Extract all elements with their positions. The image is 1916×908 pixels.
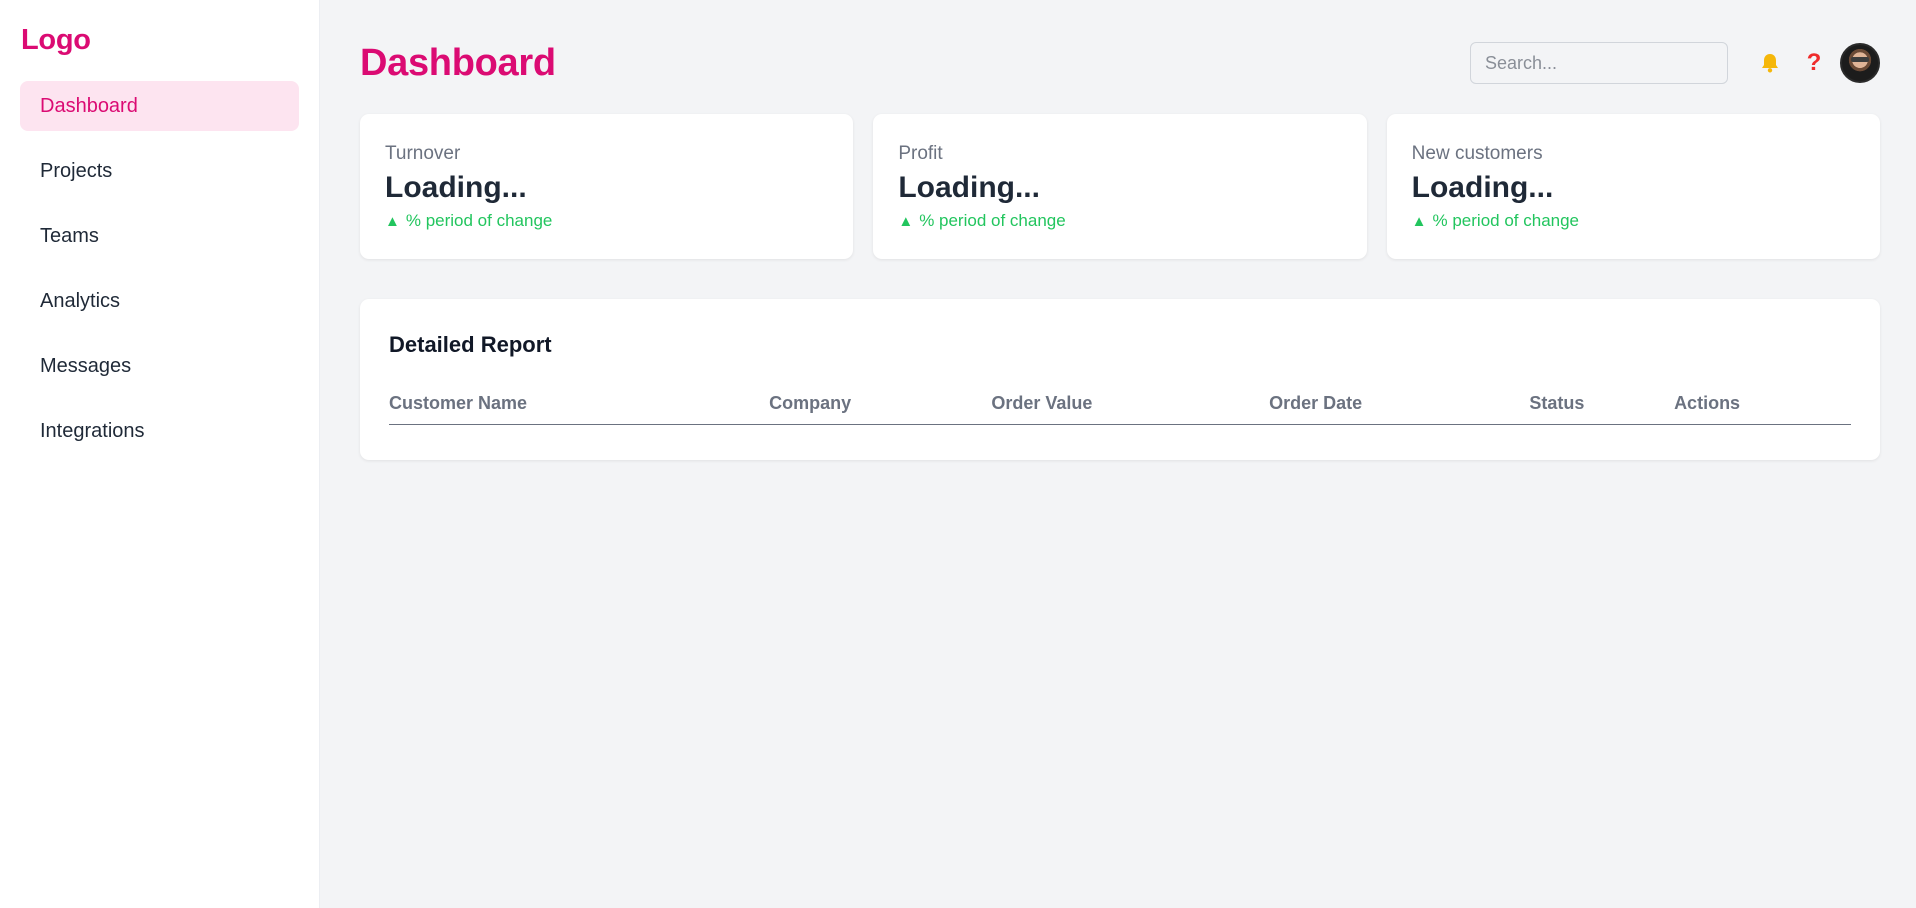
sidebar-item-dashboard[interactable]: Dashboard	[20, 81, 299, 131]
sidebar-item-teams[interactable]: Teams	[20, 211, 299, 261]
sidebar-item-label: Dashboard	[40, 94, 138, 117]
topbar-actions: ?	[1470, 42, 1880, 84]
sidebar-item-messages[interactable]: Messages	[20, 341, 299, 391]
column-header-company[interactable]: Company	[769, 393, 992, 425]
search-input[interactable]	[1470, 42, 1728, 84]
card-value: Loading...	[1411, 171, 1554, 204]
stat-card-profit: Profit Loading... ▲ % period of change	[873, 114, 1367, 259]
card-change-text: % period of change	[919, 211, 1066, 230]
card-label: Turnover	[385, 143, 461, 164]
bell-icon[interactable]	[1750, 43, 1790, 83]
stat-card-turnover: Turnover Loading... ▲ % period of change	[360, 114, 854, 259]
detailed-report: Detailed Report Customer Name Company Or…	[360, 299, 1880, 460]
card-value: Loading...	[898, 171, 1040, 204]
main-content: Dashboard ? Turnover Loading... ▲	[320, 0, 1916, 908]
card-change: ▲ % period of change	[898, 211, 1341, 231]
report-title: Detailed Report	[389, 332, 552, 357]
column-header-actions: Actions	[1674, 393, 1851, 425]
card-change-text: % period of change	[405, 211, 553, 230]
sidebar-nav: Dashboard Projects Teams Analytics Messa…	[20, 81, 299, 456]
card-change: ▲ % period of change	[1412, 211, 1855, 231]
help-icon[interactable]: ?	[1794, 43, 1834, 83]
stat-card-new-customers: New customers Loading... ▲ % period of c…	[1386, 114, 1880, 259]
card-change-text: % period of change	[1432, 211, 1580, 230]
report-table: Customer Name Company Order Value Order …	[389, 393, 1851, 425]
sidebar-item-label: Teams	[40, 224, 99, 247]
sidebar-item-label: Messages	[40, 354, 132, 377]
sidebar: Logo Dashboard Projects Teams Analytics …	[0, 0, 320, 908]
sidebar-item-label: Analytics	[40, 289, 121, 312]
app-root: Logo Dashboard Projects Teams Analytics …	[0, 0, 1916, 908]
sidebar-item-label: Projects	[40, 159, 113, 182]
up-triangle-icon: ▲	[385, 212, 400, 230]
card-value: Loading...	[385, 171, 527, 204]
column-header-order-date[interactable]: Order Date	[1269, 393, 1530, 425]
bell-icon-svg	[1762, 54, 1778, 73]
table-header-row: Customer Name Company Order Value Order …	[389, 393, 1851, 425]
up-triangle-icon: ▲	[1411, 212, 1427, 230]
page-title: Dashboard	[360, 41, 556, 84]
logo[interactable]: Logo	[21, 24, 299, 57]
topbar: Dashboard ?	[360, 36, 1880, 90]
column-header-customer-name[interactable]: Customer Name	[389, 393, 770, 425]
column-header-status[interactable]: Status	[1529, 393, 1675, 425]
stat-cards: Turnover Loading... ▲ % period of change…	[360, 114, 1880, 259]
sidebar-item-analytics[interactable]: Analytics	[20, 276, 299, 326]
card-change: ▲ % period of change	[385, 211, 828, 231]
sidebar-item-label: Integrations	[40, 419, 145, 442]
card-label: New customers	[1411, 143, 1543, 164]
up-triangle-icon: ▲	[898, 212, 914, 230]
sidebar-item-projects[interactable]: Projects	[20, 146, 299, 196]
card-label: Profit	[898, 143, 943, 164]
column-header-order-value[interactable]: Order Value	[991, 393, 1270, 425]
sidebar-item-integrations[interactable]: Integrations	[20, 406, 299, 456]
avatar[interactable]	[1840, 43, 1880, 83]
